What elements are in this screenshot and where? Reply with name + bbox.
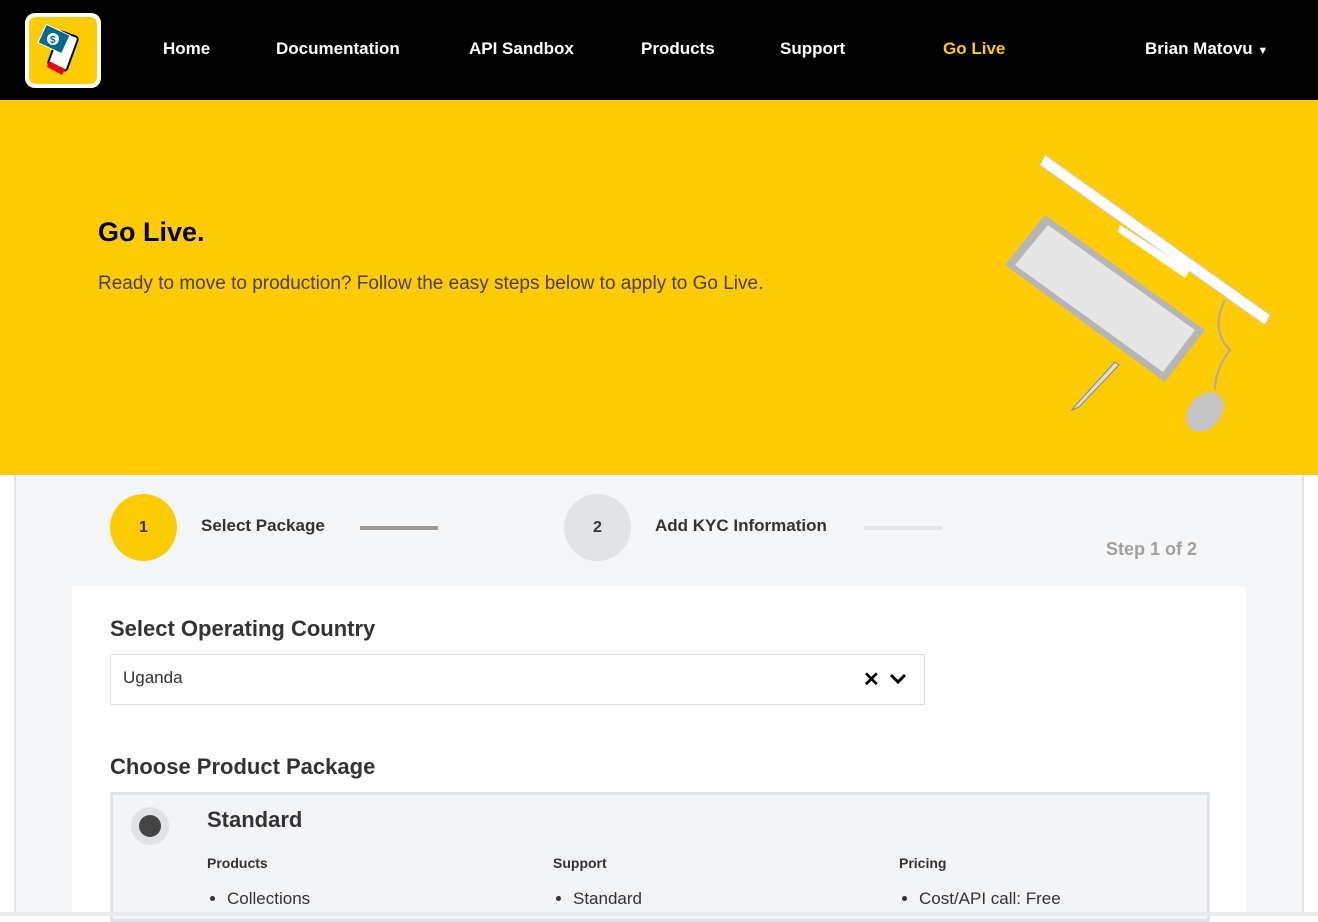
pricing-column: Pricing Cost/API call: Free xyxy=(899,855,1061,909)
package-heading: Choose Product Package xyxy=(110,754,376,779)
step-1-progress xyxy=(360,526,438,530)
country-value: Uganda xyxy=(123,668,183,687)
package-radio[interactable] xyxy=(131,807,169,845)
step-2-progress xyxy=(864,526,942,530)
step-indicator: Step 1 of 2 xyxy=(1106,539,1198,559)
nav-documentation[interactable]: Documentation xyxy=(276,39,400,59)
user-name: Brian Matovu xyxy=(1145,39,1253,58)
page-subtitle: Ready to move to production? Follow the … xyxy=(98,273,764,294)
support-column: Support Standard xyxy=(553,855,642,909)
caret-down-icon: ▼ xyxy=(1257,45,1269,57)
step-2-circle: 2 xyxy=(564,494,631,561)
column-title: Products xyxy=(207,855,268,871)
hero-banner: Go Live. Ready to move to production? Fo… xyxy=(0,100,1318,475)
nav-home[interactable]: Home xyxy=(163,39,210,59)
top-nav: $ Home Documentation API Sandbox Product… xyxy=(0,0,1318,100)
country-select[interactable]: Uganda ✕ xyxy=(110,654,925,705)
svg-text:$: $ xyxy=(50,35,56,46)
list-item: Cost/API call: Free xyxy=(919,889,1061,909)
step-1-label: Select Package xyxy=(201,516,325,535)
step-2-label: Add KYC Information xyxy=(655,516,827,535)
package-name: Standard xyxy=(207,807,303,832)
list-item: Standard xyxy=(573,889,642,909)
column-title: Pricing xyxy=(899,855,947,871)
clear-icon[interactable]: ✕ xyxy=(863,667,880,692)
money-phone-icon: $ xyxy=(37,23,79,75)
user-menu[interactable]: Brian Matovu ▼ xyxy=(1145,39,1268,59)
logo[interactable]: $ xyxy=(25,13,101,88)
keyboard-illustration xyxy=(1005,154,1271,432)
horizontal-scrollbar[interactable] xyxy=(0,912,1318,916)
country-heading: Select Operating Country xyxy=(110,616,376,641)
page-title: Go Live. xyxy=(98,217,205,247)
nav-api-sandbox[interactable]: API Sandbox xyxy=(469,39,574,59)
nav-support[interactable]: Support xyxy=(780,39,845,59)
chevron-down-icon[interactable] xyxy=(889,673,907,685)
package-option-standard[interactable]: Standard Products Collections Support Stan… xyxy=(110,792,1210,922)
step-1-circle: 1 xyxy=(110,494,177,561)
products-column: Products Collections xyxy=(207,855,310,909)
nav-go-live[interactable]: Go Live xyxy=(943,39,1005,59)
list-item: Collections xyxy=(227,889,310,909)
nav-products[interactable]: Products xyxy=(641,39,715,59)
column-title: Support xyxy=(553,855,607,871)
